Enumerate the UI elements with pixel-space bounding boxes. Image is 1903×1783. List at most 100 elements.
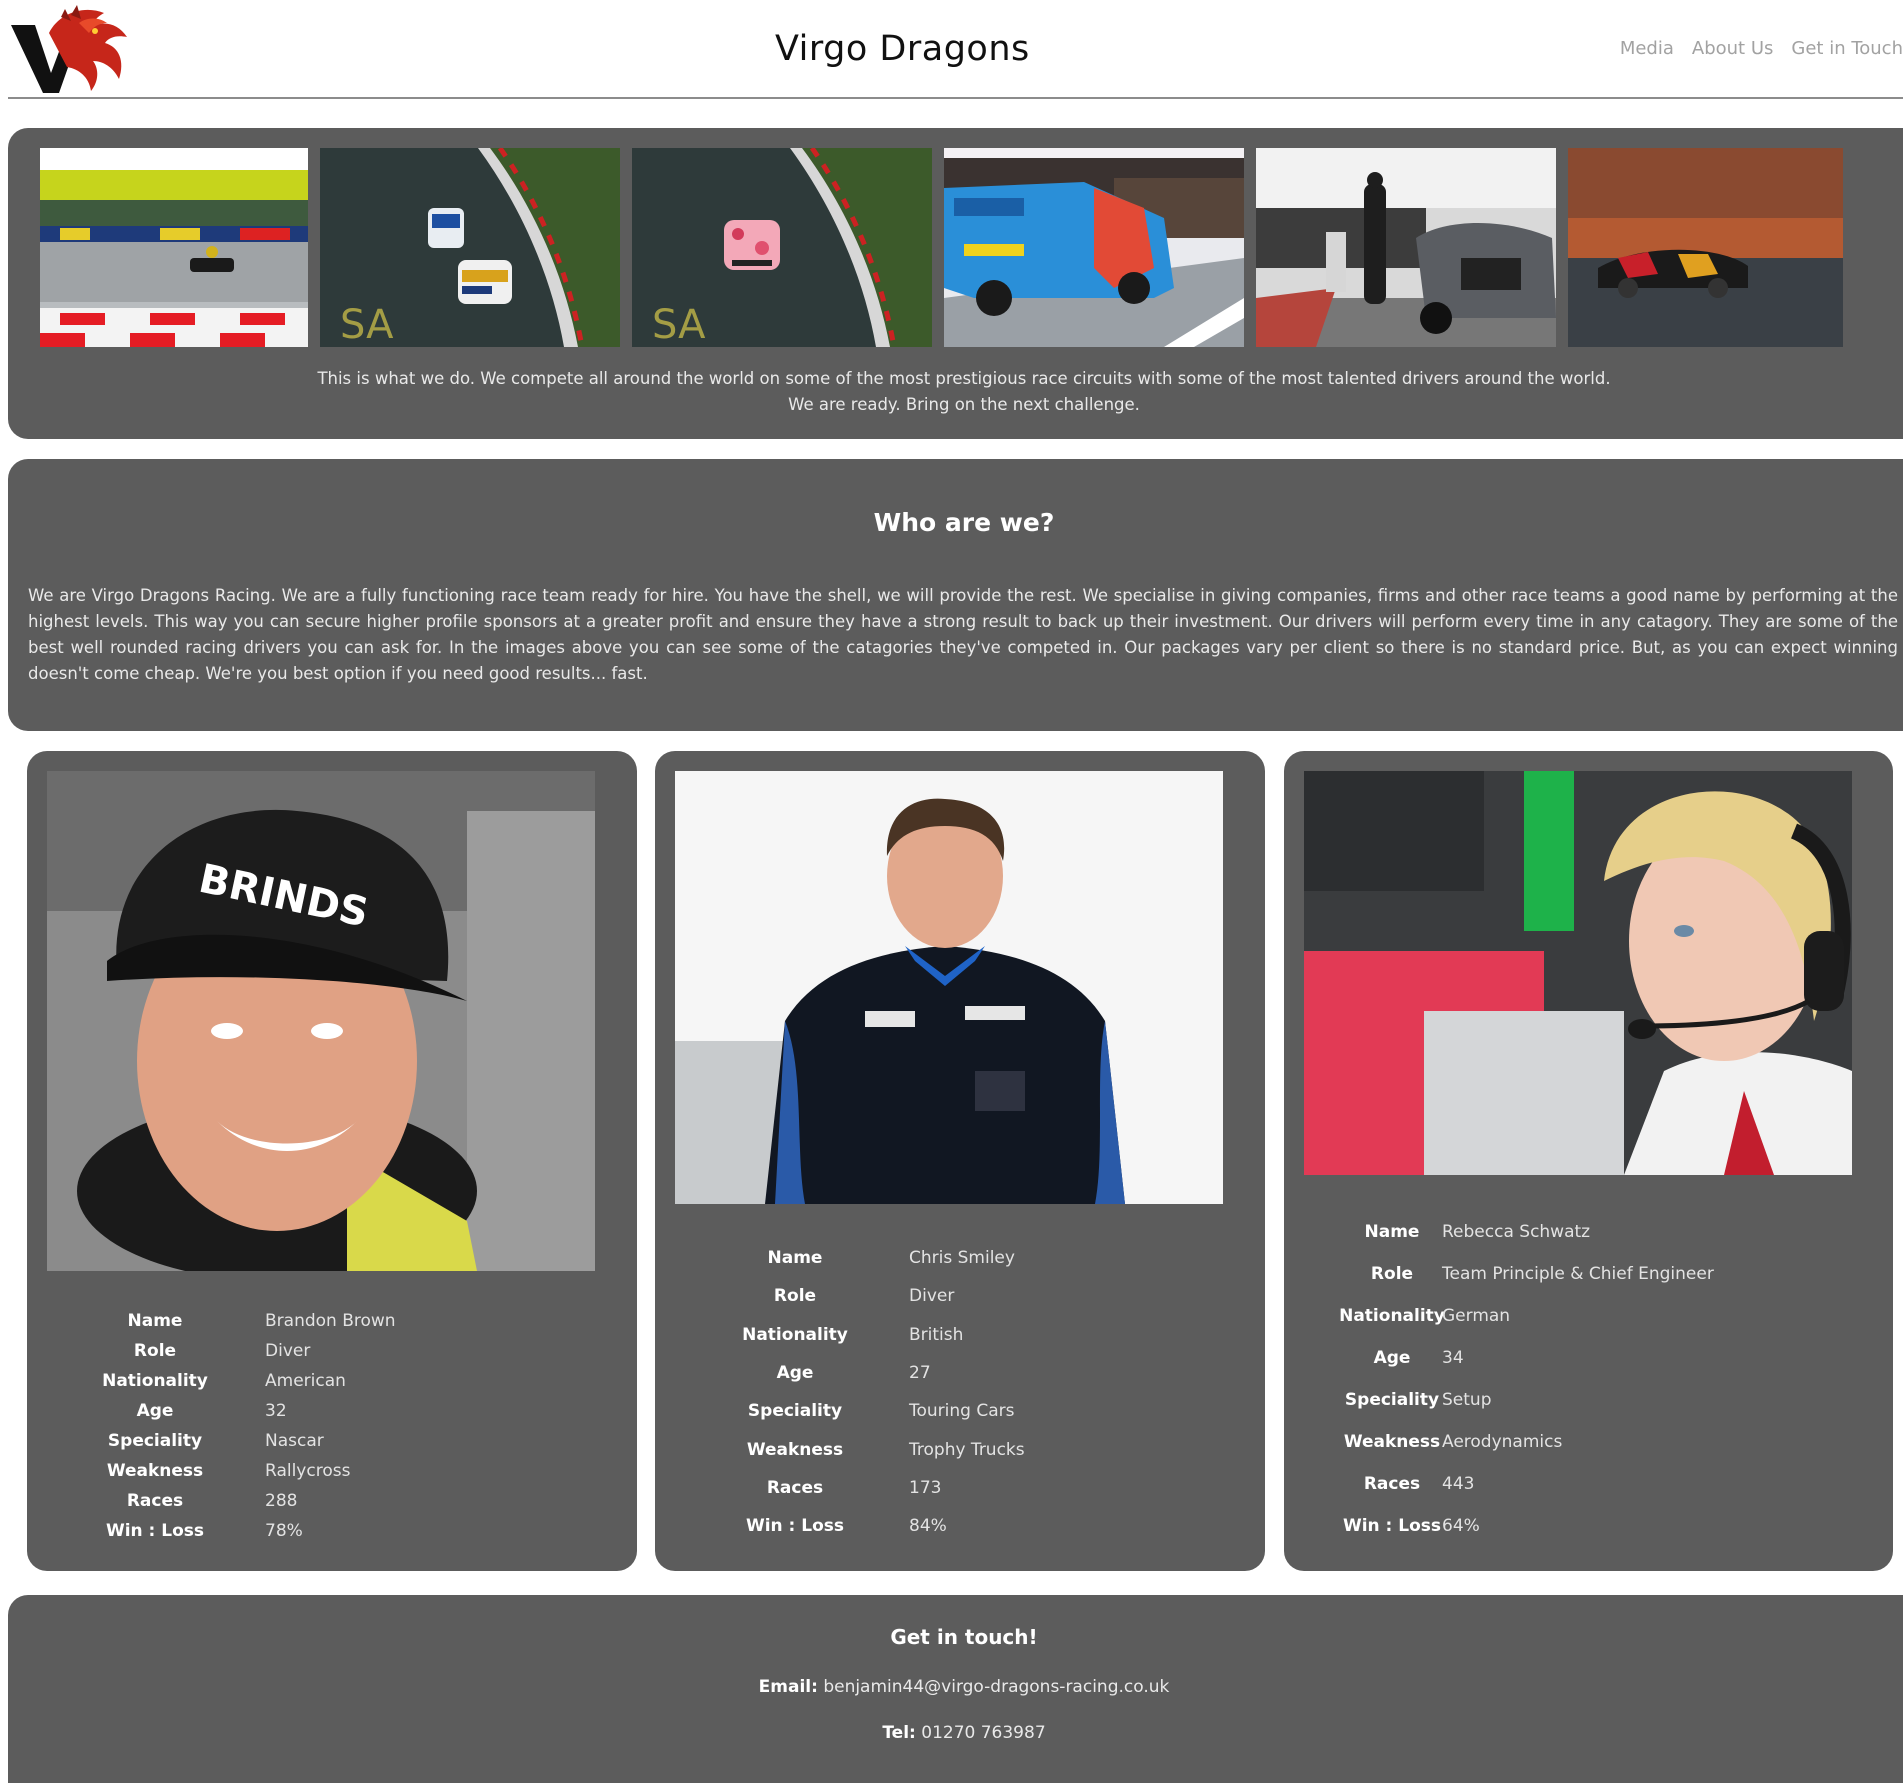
stat-label: Age: [136, 1401, 174, 1421]
stat-value: British: [909, 1325, 964, 1345]
stat-row-age: Age 32: [27, 1396, 637, 1426]
stat-label: Nationality: [102, 1371, 208, 1391]
stat-label: Races: [766, 1478, 824, 1498]
stat-row-win-loss: Win : Loss 64%: [1284, 1511, 1894, 1541]
stat-value: Touring Cars: [909, 1401, 1015, 1421]
about-heading: Who are we?: [873, 508, 1055, 537]
gallery-image-mercedes-pitstop[interactable]: [1256, 148, 1556, 347]
media-gallery: SA SA This is what we do. We compete all…: [8, 128, 1903, 439]
site-header: Virgo Dragons Media About Us Get in Touch: [8, 0, 1903, 98]
tel-value[interactable]: 01270 763987: [921, 1723, 1045, 1743]
profile-photo: BRINDS: [47, 771, 595, 1271]
stat-row-name: Name Rebecca Schwatz: [1284, 1217, 1894, 1247]
stat-label: Speciality: [747, 1401, 843, 1421]
about-section: Who are we? We are Virgo Dragons Racing.…: [8, 459, 1903, 731]
stat-row-speciality: Speciality Touring Cars: [655, 1396, 1265, 1426]
stat-value: 84%: [909, 1516, 947, 1536]
tel-label: Tel:: [882, 1723, 916, 1743]
stat-row-nationality: Nationality American: [27, 1366, 637, 1396]
stat-value: 27: [909, 1363, 931, 1383]
stat-row-weakness: Weakness Aerodynamics: [1284, 1427, 1894, 1457]
email-link[interactable]: benjamin44@virgo-dragons-racing.co.uk: [823, 1677, 1169, 1697]
contact-phone: Tel: 01270 763987: [8, 1721, 1903, 1745]
main-nav: Media About Us Get in Touch: [1602, 38, 1903, 59]
stat-value: American: [265, 1371, 346, 1391]
stat-label: Weakness: [746, 1440, 844, 1460]
stat-row-win-loss: Win : Loss 84%: [655, 1511, 1265, 1541]
gallery-image-bmw-pitlane[interactable]: [944, 148, 1244, 347]
stat-value: Rallycross: [265, 1461, 351, 1481]
stat-row-races: Races 443: [1284, 1469, 1894, 1499]
gallery-image-porsche-motion[interactable]: [1568, 148, 1843, 347]
stat-row-age: Age 27: [655, 1358, 1265, 1388]
stat-label: Weakness: [106, 1461, 204, 1481]
stat-row-speciality: Speciality Setup: [1284, 1385, 1894, 1415]
stat-value: 34: [1442, 1348, 1464, 1368]
stat-value: 288: [265, 1491, 298, 1511]
stat-label: Role: [133, 1341, 177, 1361]
stat-label: Role: [773, 1286, 817, 1306]
stat-row-win-loss: Win : Loss 78%: [27, 1516, 637, 1546]
stat-label: Speciality: [107, 1431, 203, 1451]
stat-value: 78%: [265, 1521, 303, 1541]
gallery-image-nordschleife-porsche[interactable]: SA: [632, 148, 932, 347]
stat-value: Trophy Trucks: [909, 1440, 1025, 1460]
stat-row-races: Races 288: [27, 1486, 637, 1516]
profile-card-chris-smiley: Name Chris Smiley Role Diver Nationality Br…: [655, 751, 1265, 1571]
contact-heading: Get in touch!: [890, 1625, 1038, 1649]
stat-value: 32: [265, 1401, 287, 1421]
stat-value: Brandon Brown: [265, 1311, 396, 1331]
header-divider: [8, 97, 1903, 99]
stat-label: Nationality: [742, 1325, 848, 1345]
stat-row-nationality: Nationality German: [1284, 1301, 1894, 1331]
stat-value: 173: [909, 1478, 942, 1498]
stat-row-weakness: Weakness Rallycross: [27, 1456, 637, 1486]
stat-value: German: [1442, 1306, 1511, 1326]
profile-card-brandon-brown: BRINDS Name Brandon Brown Role Diver Natio…: [27, 751, 637, 1571]
stat-value: Aerodynamics: [1442, 1432, 1563, 1452]
svg-text:SA: SA: [340, 302, 394, 347]
stat-row-name: Name Brandon Brown: [27, 1306, 637, 1336]
stat-value: Team Principle & Chief Engineer: [1442, 1264, 1714, 1284]
stat-row-speciality: Speciality Nascar: [27, 1426, 637, 1456]
svg-text:SA: SA: [652, 302, 706, 347]
stat-row-nationality: Nationality British: [655, 1320, 1265, 1350]
stat-row-role: Role Diver: [655, 1281, 1265, 1311]
nav-media-link[interactable]: Media: [1620, 38, 1674, 59]
profile-photo: [1304, 771, 1852, 1175]
site-title: Virgo Dragons: [775, 29, 1030, 69]
nav-contact-link[interactable]: Get in Touch: [1791, 38, 1903, 59]
gallery-image-nordschleife-duo[interactable]: SA: [320, 148, 620, 347]
stat-value: Diver: [909, 1286, 955, 1306]
stat-label: Races: [126, 1491, 184, 1511]
dragon-logo-icon[interactable]: [9, 3, 132, 94]
email-label: Email:: [758, 1677, 818, 1697]
gallery-caption: This is what we do. We compete all aroun…: [8, 366, 1903, 418]
stat-label: Name: [127, 1311, 183, 1331]
stat-row-name: Name Chris Smiley: [655, 1243, 1265, 1273]
profile-card-rebecca-schwatz: Name Rebecca Schwatz Role Team Principle &…: [1284, 751, 1893, 1571]
stat-value: 443: [1442, 1474, 1475, 1494]
stat-value: Rebecca Schwatz: [1442, 1222, 1591, 1242]
stat-value: Chris Smiley: [909, 1248, 1015, 1268]
stat-row-weakness: Weakness Trophy Trucks: [655, 1435, 1265, 1465]
stat-label: Age: [776, 1363, 814, 1383]
about-body: We are Virgo Dragons Racing. We are a fu…: [28, 586, 1898, 683]
gallery-caption-line-1: This is what we do. We compete all aroun…: [317, 369, 1611, 388]
gallery-caption-line-2: We are ready. Bring on the next challeng…: [788, 395, 1140, 414]
profile-photo: [675, 771, 1223, 1204]
contact-email: Email: benjamin44@virgo-dragons-racing.c…: [8, 1675, 1903, 1699]
stat-row-role: Role Team Principle & Chief Engineer: [1284, 1259, 1894, 1289]
stat-value: Diver: [265, 1341, 311, 1361]
stat-row-role: Role Diver: [27, 1336, 637, 1366]
stat-row-age: Age 34: [1284, 1343, 1894, 1373]
stat-value: Setup: [1442, 1390, 1492, 1410]
stat-label: Win : Loss: [105, 1521, 205, 1541]
stat-value: Nascar: [265, 1431, 324, 1451]
stat-row-races: Races 173: [655, 1473, 1265, 1503]
stat-label: Name: [767, 1248, 823, 1268]
stat-value: 64%: [1442, 1516, 1480, 1536]
gallery-image-karting[interactable]: [40, 148, 308, 347]
stat-label: Win : Loss: [745, 1516, 845, 1536]
nav-about-link[interactable]: About Us: [1692, 38, 1774, 59]
